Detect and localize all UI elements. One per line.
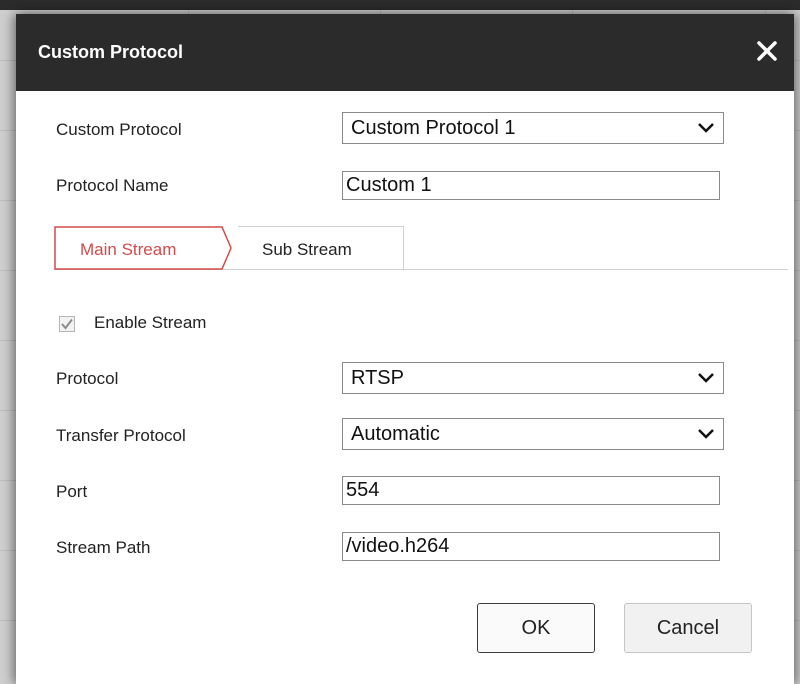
protocol-name-label: Protocol Name (56, 176, 169, 195)
protocol-label: Protocol (56, 369, 119, 388)
enable-stream-checkbox[interactable] (59, 316, 75, 332)
protocol-value: RTSP (351, 367, 404, 389)
dialog-titlebar: Custom Protocol (16, 14, 794, 91)
chevron-down-icon (698, 373, 714, 383)
transfer-protocol-value: Automatic (351, 423, 440, 445)
cancel-button[interactable]: Cancel (624, 603, 752, 653)
chevron-down-icon (698, 123, 714, 133)
background-header (0, 0, 800, 10)
tab-main-stream-label: Main Stream (80, 240, 177, 259)
chevron-down-icon (698, 429, 714, 439)
custom-protocol-select[interactable]: Custom Protocol 1 (342, 112, 724, 144)
custom-protocol-dialog: Custom Protocol Custom Protocol Custom P… (16, 14, 794, 684)
custom-protocol-label: Custom Protocol (56, 120, 182, 139)
tab-sub-stream-label: Sub Stream (262, 240, 352, 259)
protocol-name-input[interactable]: Custom 1 (342, 171, 720, 200)
transfer-protocol-select[interactable]: Automatic (342, 418, 724, 450)
ok-button[interactable]: OK (477, 603, 595, 653)
port-input[interactable]: 554 (342, 476, 720, 505)
close-icon[interactable] (752, 36, 782, 66)
checkmark-icon (61, 318, 73, 330)
protocol-select[interactable]: RTSP (342, 362, 724, 394)
custom-protocol-value: Custom Protocol 1 (351, 117, 516, 139)
enable-stream-label: Enable Stream (94, 313, 207, 332)
dialog-title: Custom Protocol (38, 42, 184, 62)
stream-path-label: Stream Path (56, 538, 151, 557)
stream-path-input[interactable]: /video.h264 (342, 532, 720, 561)
transfer-protocol-label: Transfer Protocol (56, 426, 186, 445)
port-label: Port (56, 482, 88, 501)
